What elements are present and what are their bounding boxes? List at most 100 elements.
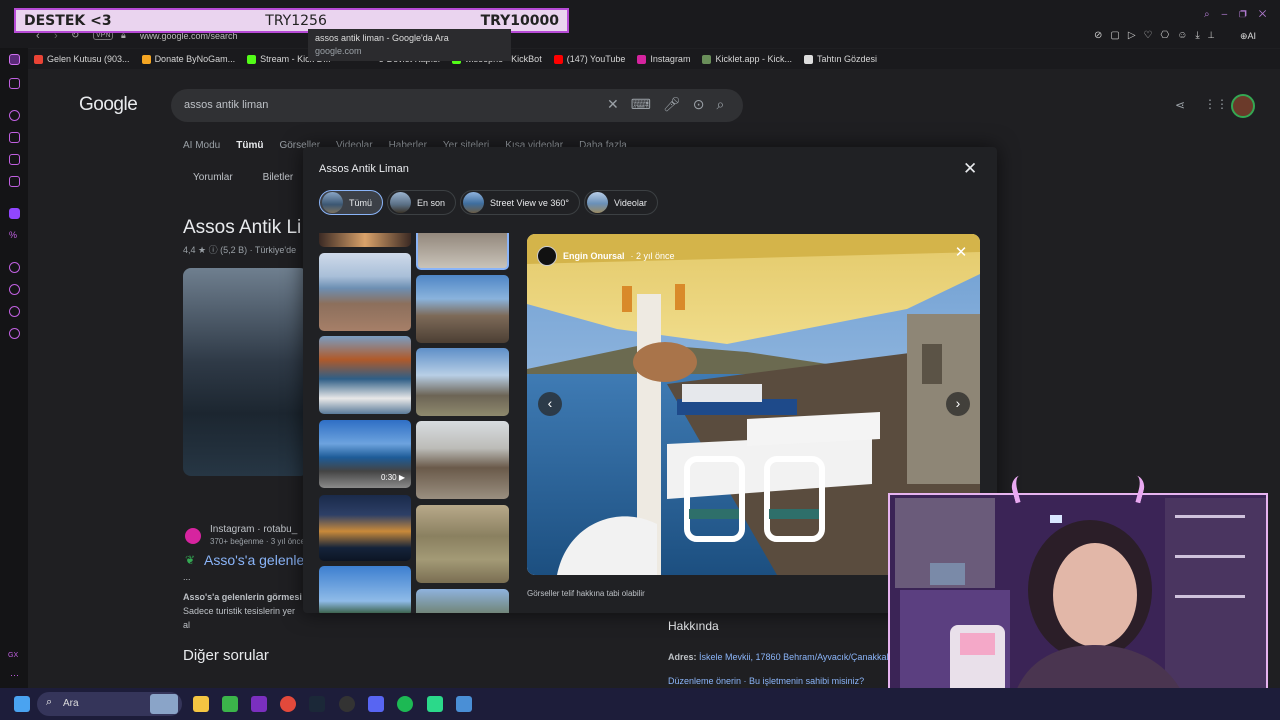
video-duration: 0:30 ▶: [381, 473, 405, 482]
bookmark-kicklet[interactable]: Kicklet.app - Kick...: [702, 54, 792, 64]
sidebar-app-icon[interactable]: [9, 176, 20, 187]
ai-icon[interactable]: ⊕AI: [1240, 31, 1256, 42]
instagram-result-title[interactable]: Asso's'a gelenleri: [204, 552, 312, 568]
instagram-icon: [185, 528, 201, 544]
sidebar-app-icon[interactable]: [9, 78, 20, 89]
photo-thumbnail[interactable]: [319, 253, 411, 331]
toolbar-icons[interactable]: ⊘▢▷♡⎔☺⤓⟂: [1094, 30, 1222, 41]
clock-icon[interactable]: [9, 284, 20, 295]
chrome-icon[interactable]: [280, 696, 296, 712]
photo-thumbnail[interactable]: [416, 589, 509, 613]
photo-thumbnail[interactable]: [319, 495, 411, 561]
chip-thumbnail: [390, 192, 412, 213]
instagram-icon: [637, 54, 647, 64]
place-rating: 4,4 ★ ⓘ (5,2 B) · Türkiye'de: [183, 245, 297, 255]
taskbar-search-label: Ara: [63, 698, 79, 709]
account-avatar[interactable]: [1231, 94, 1255, 118]
photo-thumbnail[interactable]: [319, 336, 411, 414]
instagram-source-name: Instagram · rotabu_: [210, 524, 298, 535]
photo-thumbnail-selected[interactable]: [416, 233, 509, 270]
puzzle-icon[interactable]: [9, 306, 20, 317]
chip-latest[interactable]: En son: [387, 190, 457, 215]
photo-thumbnail[interactable]: [319, 566, 411, 613]
chip-street-view[interactable]: Street View ve 360°: [460, 190, 581, 215]
window-controls[interactable]: ⌕–❐✕: [1204, 9, 1278, 20]
chip-label: Street View ve 360°: [490, 197, 570, 208]
chip-all[interactable]: Tümü: [319, 190, 384, 215]
duration-text: 0:30: [381, 473, 397, 482]
chip-thumbnail: [322, 192, 343, 213]
bookmark-tahtin-gozdesi[interactable]: Tahtın Gözdesi: [803, 54, 877, 64]
share-icon[interactable]: ⋖: [1175, 98, 1185, 112]
twitch-icon[interactable]: [9, 208, 20, 219]
steam-icon[interactable]: [309, 696, 325, 712]
address-label: Adres:: [668, 652, 697, 662]
place-title: Assos Antik Li: [183, 217, 302, 238]
file-explorer-icon[interactable]: [193, 696, 209, 712]
search-input[interactable]: assos antik liman ✕⌨🎤︎⊙⌕: [171, 89, 743, 122]
result-ellipsis: ...: [183, 572, 191, 582]
app-icon[interactable]: [427, 696, 443, 712]
author-avatar: [537, 246, 557, 266]
sidebar-app-icon[interactable]: [9, 110, 20, 121]
place-photo[interactable]: [183, 268, 308, 476]
prev-photo-button[interactable]: ‹: [538, 392, 562, 416]
windows-taskbar: ⌕ Ara: [0, 688, 1280, 720]
apps-grid-icon[interactable]: ⋮⋮: [1204, 97, 1228, 111]
desc-line-2: Sadece turistik tesislerin yer al: [183, 606, 296, 630]
photo-thumbnail[interactable]: [416, 348, 509, 416]
spotify-icon[interactable]: [397, 696, 413, 712]
subtab-tickets[interactable]: Biletler: [263, 172, 294, 183]
discord-icon[interactable]: [368, 696, 384, 712]
bookmark-gmail[interactable]: Gelen Kutusu (903...: [34, 54, 130, 64]
photo-thumbnail[interactable]: [416, 505, 509, 583]
address-link[interactable]: İskele Mevkii, 17860 Behram/Ayvacık/Çana…: [699, 652, 893, 662]
bookmark-donate[interactable]: Donate ByNoGam...: [141, 54, 235, 64]
photo-close-icon[interactable]: ✕: [950, 242, 972, 264]
copyright-notice: Görseller telif hakkına tabi olabilir: [527, 589, 645, 598]
chip-label: En son: [417, 197, 446, 208]
sidebar-gx-icon[interactable]: GX: [8, 652, 18, 659]
page-icon: [803, 54, 813, 64]
instagram-source[interactable]: Instagram · rotabu_ 370+ beğenme · 3 yıl…: [210, 524, 305, 548]
chip-label: Tümü: [349, 197, 373, 208]
youtube-icon: [553, 54, 563, 64]
edit-links[interactable]: Düzenleme önerin · Bu işletmenin sahibi …: [668, 676, 864, 686]
tab-ai-mode[interactable]: AI Modu: [183, 140, 220, 151]
windows-start-icon[interactable]: [14, 696, 30, 712]
widget-icon[interactable]: [150, 694, 178, 714]
next-photo-button[interactable]: ›: [946, 392, 970, 416]
xbox-icon[interactable]: [222, 696, 238, 712]
chip-videos[interactable]: Videolar: [584, 190, 658, 215]
search-query: assos antik liman: [184, 99, 269, 111]
percent-icon[interactable]: %: [9, 230, 20, 241]
home-icon[interactable]: [9, 54, 20, 65]
tab-all[interactable]: Tümü: [236, 140, 263, 151]
obs-icon[interactable]: [339, 696, 355, 712]
photo-thumbnail[interactable]: [319, 233, 411, 247]
sidebar-app-icon[interactable]: [9, 132, 20, 143]
modal-title: Assos Antik Liman: [319, 163, 409, 175]
photo-thumbnail[interactable]: [416, 275, 509, 343]
tooltip-domain: google.com: [315, 46, 362, 56]
sidebar-more-icon[interactable]: ⋯: [10, 670, 19, 681]
bookmark-youtube[interactable]: (147) YouTube: [553, 54, 625, 64]
video-thumbnail[interactable]: 0:30 ▶: [319, 420, 411, 488]
kick-icon: [247, 54, 257, 64]
donation-goal: TRY10000: [480, 12, 559, 29]
modal-close-icon[interactable]: ✕: [963, 159, 977, 179]
photo-thumbnail[interactable]: [416, 421, 509, 499]
kicklet-icon: [702, 54, 712, 64]
photo-author[interactable]: Engin Onursal · 2 yıl önce: [537, 246, 675, 266]
gmail-icon: [34, 54, 43, 64]
settings-icon[interactable]: [9, 328, 20, 339]
bookmark-instagram[interactable]: Instagram: [637, 54, 690, 64]
subtab-reviews[interactable]: Yorumlar: [193, 172, 233, 183]
app-icon[interactable]: [456, 696, 472, 712]
chip-thumbnail: [587, 192, 609, 213]
app-icon[interactable]: [251, 696, 267, 712]
sidebar-app-icon[interactable]: [9, 154, 20, 165]
google-logo[interactable]: Google: [79, 94, 138, 116]
play-icon[interactable]: [9, 262, 20, 273]
search-tools-icons[interactable]: ✕⌨🎤︎⊙⌕: [607, 96, 736, 113]
